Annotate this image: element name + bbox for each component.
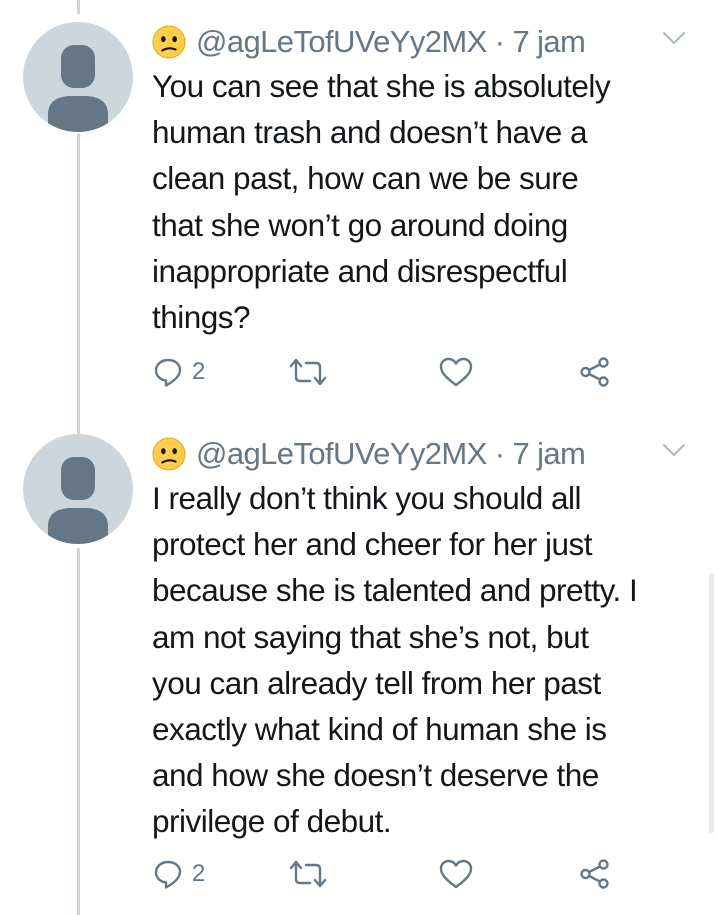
retweet-icon	[289, 358, 327, 386]
share-icon	[580, 859, 609, 889]
header-separator: ·	[486, 24, 513, 59]
confused-face-emoji	[152, 437, 186, 471]
chevron-down-icon[interactable]	[662, 30, 686, 46]
confused-face-emoji	[152, 25, 186, 59]
avatar[interactable]	[23, 434, 133, 544]
retweet-button[interactable]	[288, 856, 328, 892]
tweet-time[interactable]: 7 jam	[512, 24, 585, 60]
tweet-time[interactable]: 7 jam	[512, 436, 585, 472]
share-icon	[580, 357, 609, 387]
tweet-text: I really don’t think you should all prot…	[152, 480, 638, 840]
share-button[interactable]	[579, 354, 611, 390]
heart-icon	[439, 357, 473, 387]
thread-line-top	[77, 0, 80, 14]
tweet-text: You can see that she is absolutely human…	[152, 68, 611, 336]
like-button[interactable]	[439, 856, 473, 892]
retweet-icon	[289, 860, 327, 888]
retweet-button[interactable]	[288, 354, 328, 390]
scrollbar[interactable]	[709, 573, 714, 833]
tweet[interactable]: @agLeTofUVeYy2MX · 7 jam You can see tha…	[0, 22, 718, 402]
reply-button[interactable]: 2	[152, 354, 205, 390]
default-avatar-icon	[48, 457, 108, 544]
chevron-down-icon[interactable]	[662, 442, 686, 458]
avatar[interactable]	[23, 22, 133, 132]
tweet-handle[interactable]: @agLeTofUVeYy2MX	[196, 24, 487, 60]
default-avatar-icon	[48, 45, 108, 132]
tweet-header: @agLeTofUVeYy2MX · 7 jam	[152, 22, 586, 62]
tweet-handle[interactable]: @agLeTofUVeYy2MX	[196, 436, 487, 472]
reply-count: 2	[192, 358, 206, 385]
share-button[interactable]	[579, 856, 611, 892]
header-separator: ·	[486, 436, 513, 471]
like-button[interactable]	[439, 354, 473, 390]
reply-button[interactable]: 2	[152, 856, 205, 892]
reply-icon	[154, 358, 182, 387]
tweet-actions: 2	[152, 856, 622, 892]
reply-count: 2	[192, 860, 206, 887]
reply-icon	[154, 860, 182, 889]
tweet[interactable]: @agLeTofUVeYy2MX · 7 jam I really don’t …	[0, 434, 718, 904]
heart-icon	[439, 859, 473, 889]
tweet-actions: 2	[152, 354, 622, 390]
tweet-header: @agLeTofUVeYy2MX · 7 jam	[152, 434, 586, 474]
